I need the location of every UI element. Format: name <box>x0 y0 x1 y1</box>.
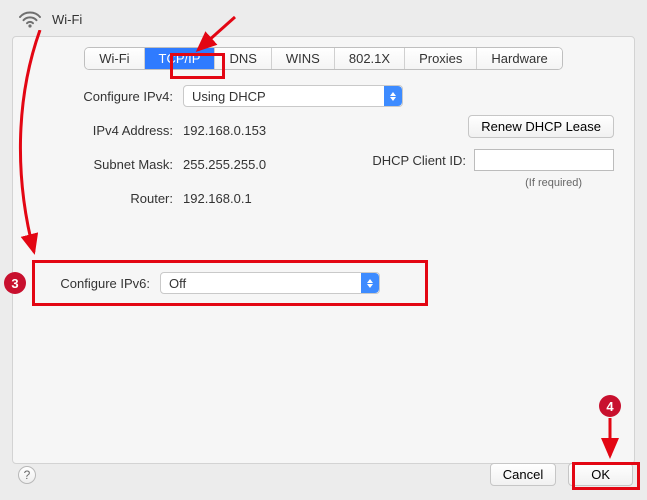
router-label: Router: <box>33 191 183 206</box>
tab-tcpip[interactable]: TCP/IP <box>145 48 216 69</box>
tab-hardware[interactable]: Hardware <box>477 48 561 69</box>
dhcp-client-id-label: DHCP Client ID: <box>372 153 466 168</box>
tab-proxies[interactable]: Proxies <box>405 48 477 69</box>
tab-dns[interactable]: DNS <box>215 48 271 69</box>
annotation-box-ipv6: Configure IPv6: Off <box>32 260 428 306</box>
wifi-icon <box>18 10 42 28</box>
tab-wins[interactable]: WINS <box>272 48 335 69</box>
subnet-mask-value: 255.255.255.0 <box>183 157 266 172</box>
if-required-label: (If required) <box>525 177 582 189</box>
configure-ipv4-select[interactable]: Using DHCP <box>183 85 403 107</box>
ipv4-address-value: 192.168.0.153 <box>183 123 266 138</box>
help-button[interactable]: ? <box>18 466 36 484</box>
chevron-updown-icon <box>361 273 379 293</box>
dhcp-client-id-input[interactable] <box>474 149 614 171</box>
tab-bar: Wi-Fi TCP/IP DNS WINS 802.1X Proxies Har… <box>13 37 634 84</box>
footer: Cancel OK <box>490 463 633 486</box>
tab-8021x[interactable]: 802.1X <box>335 48 405 69</box>
ipv4-address-label: IPv4 Address: <box>33 123 183 138</box>
annotation-step-3: 3 <box>4 272 26 294</box>
configure-ipv6-value: Off <box>169 276 186 291</box>
router-value: 192.168.0.1 <box>183 191 252 206</box>
header: Wi-Fi <box>0 0 647 36</box>
tab-wifi[interactable]: Wi-Fi <box>85 48 144 69</box>
subnet-mask-label: Subnet Mask: <box>33 157 183 172</box>
settings-panel: Wi-Fi TCP/IP DNS WINS 802.1X Proxies Har… <box>12 36 635 464</box>
configure-ipv6-label: Configure IPv6: <box>35 276 160 291</box>
renew-dhcp-lease-button[interactable]: Renew DHCP Lease <box>468 115 614 138</box>
header-title: Wi-Fi <box>52 12 82 27</box>
configure-ipv4-label: Configure IPv4: <box>33 89 183 104</box>
ok-button[interactable]: OK <box>568 463 633 486</box>
configure-ipv6-select[interactable]: Off <box>160 272 380 294</box>
tcpip-content: Configure IPv4: Using DHCP IPv4 Address:… <box>13 84 634 210</box>
chevron-updown-icon <box>384 86 402 106</box>
tab-group: Wi-Fi TCP/IP DNS WINS 802.1X Proxies Har… <box>84 47 563 70</box>
annotation-step-4: 4 <box>599 395 621 417</box>
cancel-button[interactable]: Cancel <box>490 463 556 486</box>
configure-ipv4-value: Using DHCP <box>192 89 266 104</box>
